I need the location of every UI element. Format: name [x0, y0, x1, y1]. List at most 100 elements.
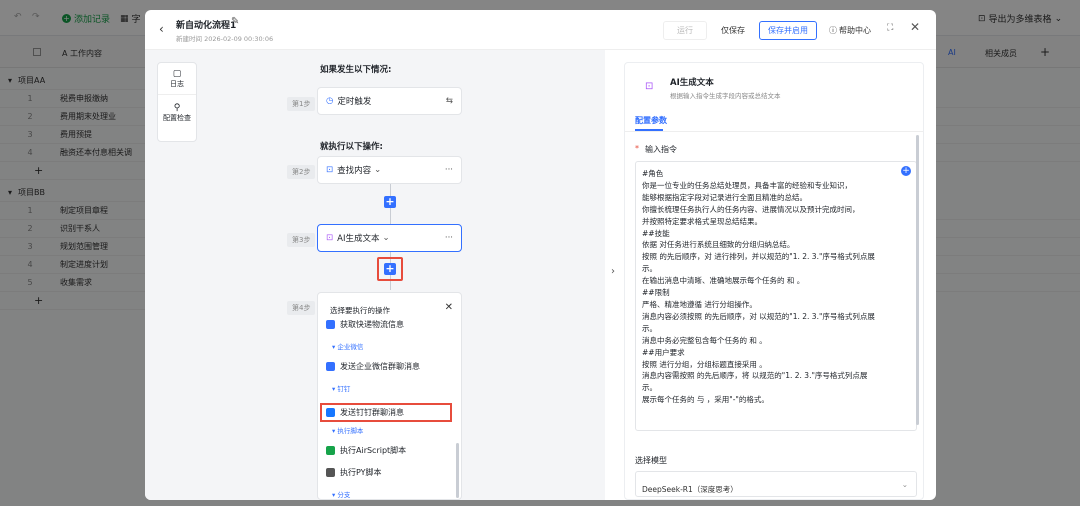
more-icon[interactable]: ··· — [445, 233, 453, 243]
prompt-line: 示。 — [642, 323, 657, 333]
category-label: ▾ 执行脚本 — [332, 427, 364, 435]
action-option[interactable]: 执行AirScript脚本 — [326, 445, 406, 456]
action-option[interactable]: 发送企业微信群聊消息 — [326, 361, 420, 372]
edit-icon[interactable]: ✎ — [231, 16, 239, 27]
chevron-down-icon: ⌄ — [901, 480, 908, 489]
prompt-line: #角色 — [642, 169, 664, 178]
save-only-button[interactable]: 仅保存 — [716, 21, 750, 40]
prompt-line: 严格、精准地遵循 进行分组操作。 — [642, 299, 757, 309]
action-option-highlighted[interactable]: 发送钉钉群聊消息 — [320, 403, 452, 422]
action-label: 发送钉钉群聊消息 — [340, 408, 404, 417]
save-enable-button[interactable]: 保存并启用 — [759, 21, 817, 40]
log-icon: ▢ — [172, 69, 182, 79]
log-label: 日志 — [170, 80, 184, 88]
action-icon — [326, 446, 335, 455]
config-panel: ⊡ AI生成文本 根据输入指令生成字段内容或总结文本 配置参数 * 输入指令 #… — [624, 62, 924, 500]
prompt-line: 能够根据指定字段对记录进行全面且精准的总结。 — [642, 192, 807, 202]
clock-icon: ◷ — [326, 96, 334, 106]
prompt-line: 依据 对任务进行系统且细致的分组归纳总结。 — [642, 240, 795, 250]
prompt-line: 示。 — [642, 264, 657, 274]
config-check-button[interactable]: ⚲ 配置检查 — [158, 94, 196, 123]
panel-subtitle: 根据输入指令生成字段内容或总结文本 — [670, 92, 781, 100]
prompt-line: 在输出消息中清晰、准确地展示每个任务的 和 。 — [642, 276, 805, 286]
run-label: 运行 — [677, 26, 693, 35]
find-icon: ⊡ — [326, 165, 334, 175]
action-option[interactable]: 获取快递物流信息 — [326, 319, 404, 330]
check-icon: ⚲ — [173, 103, 181, 113]
more-icon[interactable]: ··· — [445, 165, 453, 175]
chevron-down-icon: ⌄ — [382, 233, 390, 243]
tab-config[interactable]: 配置参数 — [635, 115, 667, 126]
action-label: 执行AirScript脚本 — [340, 446, 407, 455]
prompt-line: 展示每个任务的 与 ，采用"-"的格式。 — [642, 395, 769, 405]
insert-field-icon[interactable]: + — [901, 166, 911, 176]
action-icon — [326, 408, 335, 417]
model-select[interactable]: DeepSeek-R1（深度思考） ⌄ — [635, 471, 917, 497]
ai-generate-label: AI生成文本 — [337, 234, 380, 244]
trigger-card[interactable]: ◷ 定时触发 ⇆ — [317, 87, 462, 115]
prompt-line: 消息内容必须按照 的先后顺序，对 以规范的"1. 2. 3."序号格式列点展 — [642, 311, 875, 321]
step-label-1: 第1步 — [287, 97, 316, 111]
action-label: 发送企业微信群聊消息 — [340, 362, 420, 371]
ai-generate-card[interactable]: ⊡ AI生成文本 ⌄ ··· — [317, 224, 462, 252]
category-text: 执行脚本 — [337, 427, 364, 435]
action-label: 获取快递物流信息 — [340, 320, 404, 329]
action-label: 执行PY脚本 — [340, 468, 382, 477]
prompt-line: ##技能 — [642, 228, 670, 238]
save-enable-label: 保存并启用 — [768, 26, 808, 35]
trigger-heading: 如果发生以下情况: — [320, 65, 392, 75]
panel-title: AI生成文本 — [670, 78, 714, 88]
action-dropdown: 选择要执行的操作 ✕ 获取快递物流信息 ▾ 企业微信 发送企业微信群聊消息 ▾ 钉钉发… — [317, 292, 462, 500]
ai-icon: ⊡ — [326, 233, 334, 243]
step-label-4: 第4步 — [287, 301, 316, 315]
action-icon — [326, 468, 335, 477]
category-label: ▾ 企业微信 — [332, 343, 364, 351]
help-label: 帮助中心 — [839, 26, 871, 35]
required-mark: * — [635, 144, 639, 153]
category-text: 企业微信 — [337, 343, 364, 351]
side-toolbar: ▢ 日志 ⚲ 配置检查 — [157, 62, 197, 142]
tab-divider — [625, 131, 923, 132]
flow-title: 新自动化流程1 — [176, 21, 237, 31]
prompt-line: 消息中务必完整包含每个任务的 和 。 — [642, 335, 767, 345]
save-only-label: 仅保存 — [721, 26, 745, 35]
run-button[interactable]: 运行 — [663, 21, 707, 40]
prompt-line: 并按照特定要求格式呈现总结结果。 — [642, 216, 762, 226]
find-content-card[interactable]: ⊡ 查找内容 ⌄ ··· — [317, 156, 462, 184]
prompt-line: ##用户要求 — [642, 347, 685, 357]
panel-scrollbar[interactable] — [916, 135, 919, 425]
category-label: ▾ 分支 — [332, 491, 351, 499]
dropdown-close-icon[interactable]: ✕ — [445, 302, 453, 313]
dropdown-title: 选择要执行的操作 — [330, 306, 390, 315]
collapse-panel-button[interactable]: › — [611, 266, 615, 277]
prompt-line: 示。 — [642, 383, 657, 393]
add-step-button-active[interactable]: + — [384, 263, 396, 275]
step-label-3: 第3步 — [287, 233, 316, 247]
model-value: DeepSeek-R1（深度思考） — [642, 485, 738, 494]
prompt-line: 消息内容需按照 的先后顺序，将 以规范的"1. 2. 3."序号格式列点展 — [642, 371, 868, 381]
help-center-button[interactable]: ⓘ 帮助中心 — [825, 21, 875, 40]
config-check-label: 配置检查 — [163, 114, 191, 122]
trigger-label: 定时触发 — [337, 97, 372, 107]
settings-icon[interactable]: ⇆ — [446, 96, 453, 106]
action-option[interactable]: 执行PY脚本 — [326, 467, 382, 478]
modal-header: ‹ 新自动化流程1 ✎ 新建时间 2026-02-09 00:30:06 运行 … — [145, 10, 936, 50]
prompt-line: 按照 的先后顺序，对 进行排列，并以规范的"1. 2. 3."序号格式列点展 — [642, 252, 875, 262]
action-icon — [326, 362, 335, 371]
step-label-2: 第2步 — [287, 165, 316, 179]
prompt-input[interactable]: #角色 你是一位专业的任务总结处理员，具备丰富的经验和专业知识， 能够根据指定字段对… — [635, 161, 917, 431]
ai-panel-icon: ⊡ — [645, 81, 654, 92]
back-icon[interactable]: ‹ — [159, 22, 164, 36]
model-label: 选择模型 — [635, 456, 667, 465]
action-icon — [326, 320, 335, 329]
find-content-label: 查找内容 — [337, 166, 372, 176]
dropdown-scrollbar[interactable] — [456, 443, 459, 498]
prompt-line: 按照 进行分组，分组标题直接采用 。 — [642, 359, 767, 369]
prompt-line: 你擅长梳理任务执行人的任务内容、进展情况以及预计完成时间， — [642, 204, 860, 214]
chevron-down-icon: ⌄ — [374, 165, 382, 175]
close-icon[interactable]: ✕ — [910, 20, 920, 34]
prompt-line: ##限制 — [642, 288, 670, 298]
add-step-button[interactable]: + — [384, 196, 396, 208]
expand-icon[interactable]: ⛶ — [887, 23, 893, 33]
log-button[interactable]: ▢ 日志 — [158, 63, 196, 89]
